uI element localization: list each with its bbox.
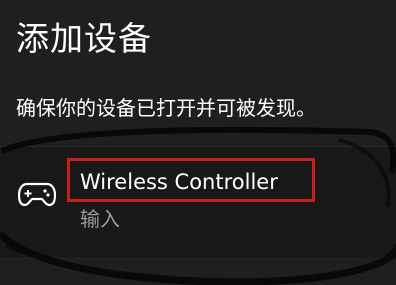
dialog-subtitle: 确保你的设备已打开并可被发现。 [16,96,316,120]
dialog-title: 添加设备 [16,19,152,58]
device-list-item[interactable]: Wireless Controller 输入 [0,146,396,257]
gamepad-icon [17,181,57,207]
device-name[interactable]: Wireless Controller [80,172,278,193]
add-device-dialog: 添加设备 确保你的设备已打开并可被发现。 Wireless Controller… [0,0,396,285]
device-type: 输入 [80,207,120,231]
